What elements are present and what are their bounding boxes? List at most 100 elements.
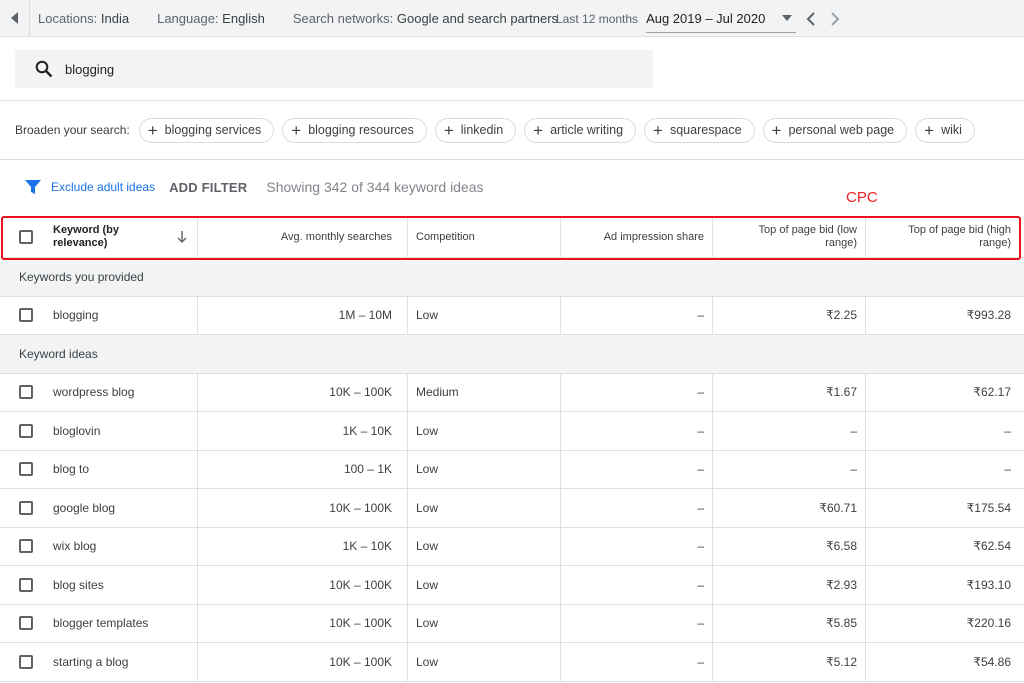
select-all-cell — [0, 216, 42, 257]
row-checkbox[interactable] — [19, 308, 33, 323]
chip-blogging-resources[interactable]: + blogging resources — [282, 117, 427, 143]
keyword-cell: blog to — [42, 450, 198, 488]
plus-icon: + — [533, 120, 544, 140]
avg-searches-cell: 10K – 100K — [198, 566, 408, 604]
keyword-cell: blogger templates — [42, 604, 198, 642]
collapse-button[interactable] — [0, 0, 30, 37]
plus-icon: + — [924, 120, 935, 140]
chip-wiki[interactable]: + wiki — [915, 117, 975, 143]
row-checkbox[interactable] — [19, 616, 33, 631]
ad-share-cell: – — [561, 450, 713, 488]
table-row[interactable]: google blog 10K – 100K Low – ₹60.71 ₹175… — [0, 489, 1024, 528]
chevron-left-icon[interactable] — [806, 11, 816, 26]
keyword-cell: bloglovin — [42, 412, 198, 450]
select-all-checkbox[interactable] — [19, 229, 33, 244]
chip-label: linkedin — [460, 123, 504, 137]
chip-label: wiki — [941, 123, 962, 137]
bid-high-cell: ₹175.54 — [966, 500, 1011, 515]
keyword-search-box[interactable]: blogging — [15, 50, 653, 88]
row-checkbox[interactable] — [19, 385, 33, 400]
bid-high-cell: ₹993.28 — [966, 308, 1011, 323]
row-checkbox[interactable] — [19, 577, 33, 592]
chip-article-writing[interactable]: + article writing — [524, 117, 637, 143]
avg-searches-cell: 10K – 100K — [198, 489, 408, 527]
language-label: Language: — [157, 10, 219, 26]
header-keyword[interactable]: Keyword (by relevance) — [42, 216, 198, 257]
chip-personal-web-page[interactable]: + personal web page — [762, 117, 908, 143]
keyword-cell: blogging — [42, 296, 198, 334]
competition-cell: Medium — [408, 373, 561, 411]
language-value: English — [222, 10, 265, 26]
header-bid-low[interactable]: Top of page bid (low range) — [713, 216, 866, 257]
row-check-cell — [0, 605, 42, 643]
bid-low-cell: ₹5.12 — [713, 643, 866, 681]
row-checkbox[interactable] — [19, 462, 33, 477]
plus-icon: + — [771, 120, 782, 140]
competition-cell: Low — [408, 412, 561, 450]
filter-funnel-icon[interactable] — [25, 179, 41, 195]
date-range-value: Aug 2019 – Jul 2020 — [646, 10, 766, 26]
plus-icon: + — [653, 120, 663, 140]
keyword-cell: google blog — [42, 489, 198, 527]
keyword-cell: wordpress blog — [42, 373, 198, 411]
header-ad-impression-share[interactable]: Ad impression share — [561, 216, 713, 257]
chevron-right-icon[interactable] — [830, 11, 840, 26]
table-row[interactable]: blog to 100 – 1K Low – – – — [0, 450, 1024, 489]
table-row[interactable]: blogging 1M – 10M Low – ₹2.25 ₹993.28 — [0, 296, 1024, 335]
table-row[interactable]: blog sites 10K – 100K Low – ₹2.93 ₹193.1… — [0, 566, 1024, 605]
bid-low-cell: ₹60.71 — [713, 489, 866, 527]
competition-cell: Low — [408, 489, 561, 527]
header-competition[interactable]: Competition — [408, 216, 561, 257]
header-bid-high[interactable]: Top of page bid (high range) — [866, 216, 1024, 257]
ad-share-cell: – — [561, 527, 713, 565]
keyword-table: Keyword (by relevance) Avg. monthly sear… — [0, 216, 1024, 682]
row-check-cell — [0, 297, 42, 335]
competition-cell: Low — [408, 450, 561, 488]
exclude-adult-filter[interactable]: Exclude adult ideas — [51, 180, 155, 194]
row-check-cell — [0, 489, 42, 527]
plus-icon: + — [443, 120, 454, 140]
table-row[interactable]: wix blog 1K – 10K Low – ₹6.58 ₹62.54 — [0, 527, 1024, 566]
row-checkbox[interactable] — [19, 423, 33, 438]
bid-low-cell: – — [713, 450, 866, 488]
results-count: Showing 342 of 344 keyword ideas — [266, 179, 484, 195]
sort-arrow-down-icon — [177, 230, 187, 243]
bid-low-cell: ₹5.85 — [713, 604, 866, 642]
ad-share-cell: – — [561, 489, 713, 527]
network-setting[interactable]: Search networks: Google and search partn… — [293, 11, 558, 26]
add-filter-button[interactable]: ADD FILTER — [169, 180, 247, 195]
competition-cell: Low — [408, 604, 561, 642]
avg-searches-cell: 10K – 100K — [198, 643, 408, 681]
row-checkbox[interactable] — [19, 654, 33, 669]
header-avg-monthly-searches[interactable]: Avg. monthly searches — [198, 216, 408, 257]
caret-left-icon — [10, 12, 18, 24]
chip-squarespace[interactable]: + squarespace — [644, 117, 755, 143]
search-input[interactable]: blogging — [65, 62, 114, 77]
table-header: Keyword (by relevance) Avg. monthly sear… — [0, 216, 1024, 258]
row-checkbox[interactable] — [19, 539, 33, 554]
competition-cell: Low — [408, 527, 561, 565]
table-row[interactable]: starting a blog 10K – 100K Low – ₹5.12 ₹… — [0, 643, 1024, 682]
chip-label: personal web page — [788, 123, 895, 137]
table-row[interactable]: blogger templates 10K – 100K Low – ₹5.85… — [0, 604, 1024, 643]
chip-label: article writing — [550, 123, 624, 137]
location-label: Locations: — [38, 10, 98, 26]
language-setting[interactable]: Language: English — [157, 11, 265, 26]
bid-high-cell: ₹220.16 — [966, 616, 1011, 631]
location-setting[interactable]: Locations: India — [38, 11, 129, 26]
row-check-cell — [0, 566, 42, 604]
date-range-select[interactable]: Aug 2019 – Jul 2020 — [646, 5, 797, 33]
chip-linkedin[interactable]: + linkedin — [434, 117, 517, 143]
ad-share-cell: – — [561, 296, 713, 334]
ad-share-cell: – — [561, 643, 713, 681]
chip-blogging-services[interactable]: + blogging services — [138, 117, 275, 143]
row-checkbox[interactable] — [19, 500, 33, 515]
broaden-label: Broaden your search: — [15, 123, 130, 137]
dropdown-arrow-icon — [782, 15, 793, 21]
plus-icon: + — [291, 120, 302, 140]
network-label: Search networks: — [292, 10, 394, 26]
table-row[interactable]: wordpress blog 10K – 100K Medium – ₹1.67… — [0, 373, 1024, 412]
table-row[interactable]: bloglovin 1K – 10K Low – – – — [0, 412, 1024, 451]
header-bid-high-label: Top of page bid (high range) — [908, 223, 1011, 249]
row-check-cell — [0, 643, 42, 681]
